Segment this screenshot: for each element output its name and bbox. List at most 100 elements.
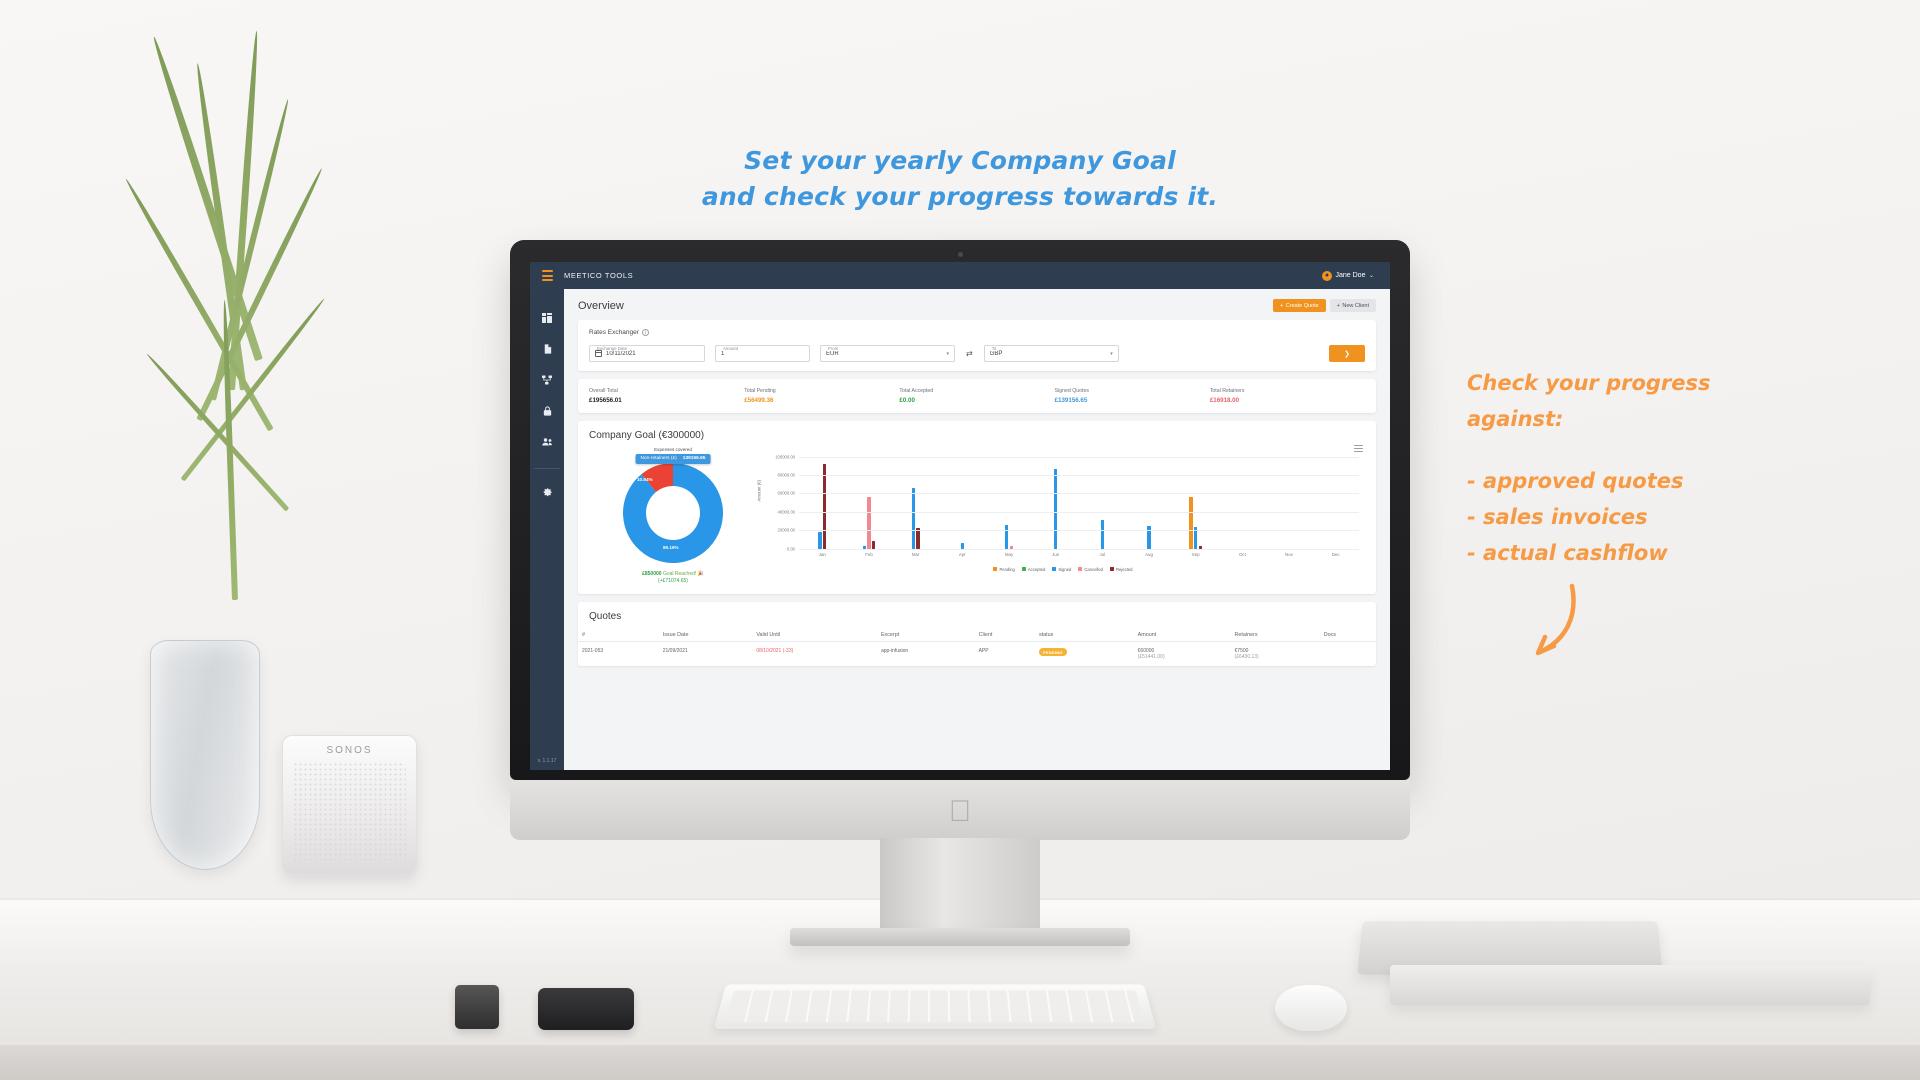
plus-icon: +: [1279, 302, 1284, 309]
stat-label: Overall Total: [589, 388, 618, 394]
x-axis-tick: Dec: [1331, 552, 1340, 557]
rates-exchanger-card: Rates Exchanger i Exchange Date 10/11/20…: [578, 320, 1376, 371]
annotation-item-0: - approved quotes: [1467, 469, 1684, 493]
from-currency-select[interactable]: From EUR ▾: [820, 345, 955, 362]
donut-slice-label-retainers: 10.84%: [637, 476, 653, 482]
sidebar-item-documents[interactable]: [536, 338, 558, 360]
bar-group-nov: Nov: [1266, 457, 1313, 557]
x-axis-tick: Jan: [818, 552, 826, 557]
summary-stats-card: Overall Total £195656.01 Total Pending £564…: [578, 379, 1376, 413]
sidebar-item-dashboard[interactable]: [536, 307, 558, 329]
create-quote-button[interactable]: + Create Quote: [1272, 299, 1326, 312]
sidebar-item-clients[interactable]: [536, 431, 558, 453]
annotation-item-2: - actual cashflow: [1467, 541, 1668, 565]
bar-signed-jun[interactable]: [1054, 469, 1058, 549]
y-axis-tick: 80000.00: [777, 472, 795, 478]
column-header[interactable]: Client: [974, 629, 1035, 642]
column-header[interactable]: Valid Until: [752, 629, 877, 642]
legend-item-rejected[interactable]: Rejected: [1109, 566, 1133, 572]
y-axis-tick: 20000.00: [777, 527, 795, 533]
gridline: [799, 530, 1359, 532]
x-axis-tick: Jul: [1099, 552, 1106, 557]
to-currency-select[interactable]: To GBP ▾: [983, 345, 1119, 362]
quotes-card: Quotes # Issue Date Valid Until Excerpt Clie…: [578, 602, 1376, 666]
legend-item-signed[interactable]: Signed: [1052, 567, 1071, 572]
celebration-icon: 🎉: [697, 570, 704, 577]
annotation-lead-2: against:: [1467, 407, 1564, 431]
glass-vase: [150, 640, 260, 870]
company-goal-title: Company Goal (€300000): [589, 429, 705, 441]
table-row[interactable]: 2021-053 21/09/2021 08/10/2021 (-33) app-in…: [578, 642, 1376, 667]
webcam: [957, 252, 963, 257]
annotation-lead-1: Check your progress: [1467, 371, 1711, 395]
column-header[interactable]: #: [578, 629, 659, 642]
gridline: [799, 511, 1359, 513]
stat-value: £56499.36: [744, 396, 774, 404]
chevron-down-icon[interactable]: ▾: [1110, 351, 1113, 357]
page-actions: + Create Quote + New Client: [1272, 299, 1376, 312]
annotation-item-1: - sales invoices: [1467, 505, 1648, 529]
legend-label: Accepted: [1027, 566, 1046, 572]
bar-cancelled-feb[interactable]: [867, 496, 871, 549]
legend-item-cancelled[interactable]: Cancelled: [1078, 567, 1103, 572]
bar-signed-mar[interactable]: [911, 487, 915, 549]
sidebar-item-security[interactable]: [536, 400, 558, 422]
hamburger-icon[interactable]: [530, 270, 564, 281]
x-axis-tick: Aug: [1145, 552, 1153, 557]
donut-graphic: 10.84% 89.16%: [621, 461, 725, 565]
from-value: EUR: [826, 350, 839, 357]
x-axis-tick: Feb: [865, 552, 873, 557]
column-header[interactable]: Retainers: [1230, 629, 1320, 642]
bar-pending-sep[interactable]: [1189, 496, 1193, 549]
bar-group-jan: Jan: [799, 457, 846, 557]
bar-signed-may[interactable]: [1005, 525, 1009, 549]
new-client-button[interactable]: + New Client: [1329, 299, 1376, 312]
legend-item-accepted[interactable]: Accepted: [1021, 566, 1046, 572]
bar-rejected-jan[interactable]: [823, 463, 827, 549]
chart-menu-icon[interactable]: [1354, 444, 1363, 453]
column-header[interactable]: Excerpt: [876, 629, 975, 642]
chevron-down-icon[interactable]: ⌄: [1369, 272, 1374, 279]
legend-item-pending[interactable]: Pending: [993, 567, 1015, 572]
sidebar-item-projects[interactable]: [536, 369, 558, 391]
quotes-title: Quotes: [589, 611, 622, 622]
info-circle-icon[interactable]: i: [641, 329, 649, 336]
user-menu[interactable]: ● Jane Doe ⌄: [1322, 270, 1390, 281]
exchange-date-input[interactable]: Exchange Date 10/11/2021: [589, 345, 705, 362]
bar-signed-jan[interactable]: [818, 532, 822, 549]
bar-signed-jul[interactable]: [1100, 519, 1104, 549]
smartphone: [538, 988, 634, 1030]
stat-value: £16918.00: [1209, 396, 1240, 404]
new-client-label: New Client: [1342, 302, 1369, 309]
cell-amount: €60000 (£51441.00): [1137, 648, 1165, 660]
swap-currencies-icon[interactable]: ⇄: [965, 349, 974, 358]
bar-rejected-feb[interactable]: [872, 540, 876, 549]
bar-group-jul: Jul: [1079, 457, 1126, 557]
amount-label: Amount: [721, 346, 741, 351]
bar-signed-aug[interactable]: [1147, 525, 1151, 549]
x-axis-tick: Nov: [1285, 552, 1293, 557]
bar-group-sep: Sep: [1172, 457, 1219, 557]
exchange-date-value: 10/11/2021: [606, 350, 636, 357]
column-header[interactable]: Issue Date: [658, 629, 753, 642]
legend-swatch: [1109, 567, 1114, 571]
amount-input[interactable]: Amount 1: [715, 345, 810, 362]
stat-value: £195656.01: [589, 396, 622, 404]
column-header[interactable]: Amount: [1133, 629, 1231, 642]
rates-section-header: Rates Exchanger i: [589, 329, 1365, 336]
page-header: Overview + Create Quote + New Client: [578, 299, 1376, 312]
convert-submit-button[interactable]: ❯: [1329, 345, 1365, 362]
calendar-icon[interactable]: [595, 349, 602, 358]
x-axis-tick: Mar: [911, 552, 920, 557]
sidebar-divider: [534, 468, 560, 469]
column-header[interactable]: status: [1034, 629, 1134, 642]
legend-label: Rejected: [1115, 566, 1133, 572]
quotes-table-header: # Issue Date Valid Until Excerpt Client statu…: [578, 629, 1376, 642]
cell-docs: [1320, 642, 1376, 667]
sidebar-item-settings[interactable]: [536, 480, 558, 502]
column-header[interactable]: Docs: [1319, 629, 1376, 642]
status-badge: PENDING: [1038, 648, 1067, 657]
chevron-down-icon[interactable]: ▾: [946, 351, 949, 357]
stat-value: £139156.65: [1054, 396, 1088, 404]
legend-label: Cancelled: [1084, 566, 1103, 572]
